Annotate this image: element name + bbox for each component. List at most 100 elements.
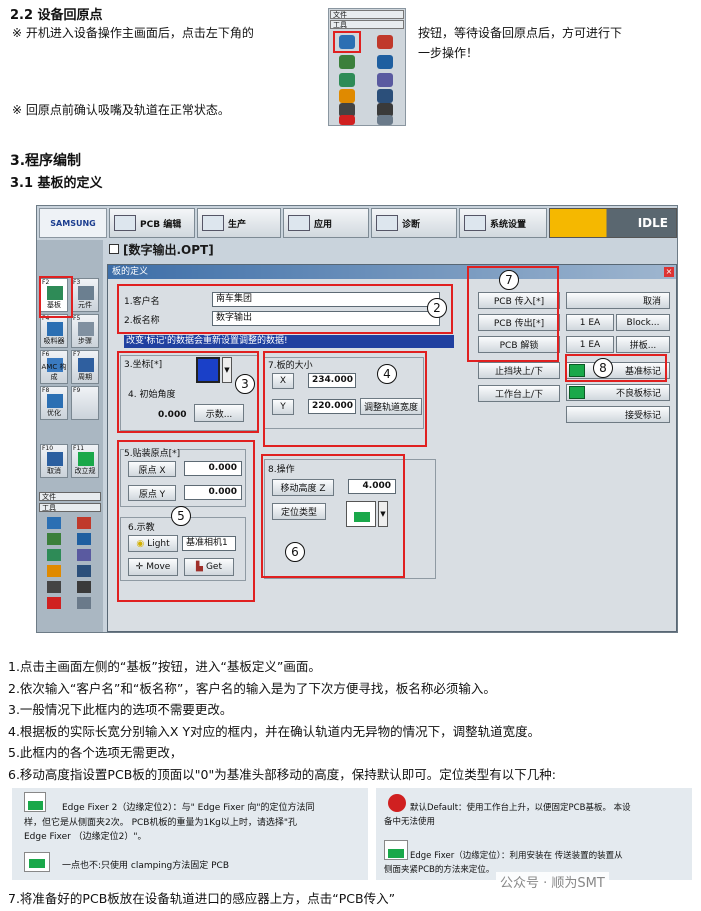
step-icon [78,322,94,336]
steps-list: 1.点击主画面左侧的“基板”按钮，进入“基板定义”画面。 2.依次输入“客户名”… [8,656,698,785]
fixer-b-line1: 默认Default：使用工作台上升，以便固定PCB基板。 本设 [410,803,631,813]
sidebar-optimize-button[interactable]: F8 优化 [40,386,68,420]
step-5: 5.此框内的各个选项无需更改， [8,745,183,760]
paragraph-1b: 按钮，等待设备回原点后，方可进行下 [418,26,623,40]
fixer-a-line2: 样，但它是从侧面夹2次。 PCB机板的重量为1Kg以上时，请选择"孔 [24,818,297,828]
close-icon[interactable]: × [664,267,674,277]
section-title-3-1: 3.1 基板的定义 [10,176,103,191]
step-3: 3.一般情况下此框内的选项不需要更改。 [8,702,233,717]
callout-box-4 [263,351,427,447]
warning-banner: 改变'标记'的数据会重新设置调整的数据! [124,335,454,348]
step-1: 1.点击主画面左侧的“基板”按钮，进入“基板定义”画面。 [8,659,321,674]
split-count: 1 EA [566,336,614,353]
toolbar-menu-tools: 工具 [330,20,404,29]
watermark: 公众号 · 顺为SMT [496,872,609,891]
block-button[interactable]: Block... [616,314,670,331]
block-count: 1 EA [566,314,614,331]
paragraph-1a: ※ 开机进入设备操作主画面后，点击左下角的 [12,26,254,40]
a-icon [47,581,61,593]
bad-mark-indicator [569,386,585,399]
arrow-icon [339,55,355,69]
tab-system-settings[interactable]: 系统设置 [459,208,547,238]
optimize-icon [47,394,63,408]
sidebar-f9-button[interactable]: F9 [71,386,99,420]
gear-icon [377,115,393,125]
sidebar-cancel-button[interactable]: F10 取消 [40,444,68,478]
home-icon[interactable] [47,517,61,529]
callout-box-2 [117,284,453,334]
status-text: IDLE [637,216,668,230]
tab-pcb-edit[interactable]: PCB 编辑 [109,208,195,238]
side-menu-tools[interactable]: 工具 [39,503,101,512]
paragraph-1c: 一步操作！ [418,46,479,60]
scissors-icon [77,549,91,561]
cancel-button[interactable]: 取消 [566,292,670,309]
clamp-only-icon [24,852,50,872]
callout-box-3 [117,351,259,433]
application-icon [288,215,310,231]
step-2: 2.依次输入“客户名”和“板名称”，客户名的输入是为了下次方便寻找，板名称必须输… [8,680,496,696]
sidebar-feeder-button[interactable]: F4 吸料器 [40,314,68,348]
split-button[interactable]: 拼板... [616,336,670,353]
component-icon [78,286,94,300]
modify-icon [78,452,94,466]
pencil-icon [339,89,355,103]
home-highlight [333,31,361,53]
plane-icon [339,73,355,87]
callout-box-6 [261,454,405,578]
cycle-icon [78,358,94,372]
default-stop-icon [388,794,406,812]
fixer-a-line3: Edge Fixer （边缘定位2）"。 [24,832,147,842]
tab-application[interactable]: 应用 [283,208,369,238]
cursor-icon [77,565,91,577]
toolbar-image: 文件 工具 [328,8,406,126]
pencil-icon [47,565,61,577]
paragraph-2: ※ 回原点前确认吸嘴及轨道在正常状态。 [12,103,230,117]
sidebar-step-button[interactable]: F5 步骤 [71,314,99,348]
diagnosis-icon [376,215,398,231]
callout-7: 7 [499,270,519,290]
machine-screenshot: SAMSUNG PCB 编辑 生产 应用 诊断 系统设置 IDLE [数字输出.… [36,205,678,633]
callout-3: 3 [235,374,255,394]
accept-mark-button[interactable]: 接受标记 [566,406,670,423]
fixer-c-line1: 一点也不:只使用 clamping方法固定 PCB [62,861,230,871]
table-updown-button[interactable]: 工作台上/下 [478,385,560,402]
file-title: [数字输出.OPT] [109,240,409,258]
fixer-d-line2: 侧面夹紧PCB的方法来定位。 [384,865,495,875]
stop-icon [47,597,61,609]
tab-diagnosis[interactable]: 诊断 [371,208,457,238]
stop-icon [339,115,355,125]
step-4: 4.根据板的实际长宽分别输入X Y对应的框内，并在确认轨道内无异物的情况下，调整… [8,723,541,739]
edge-fixer-icon [384,840,408,860]
scissors-icon [377,73,393,87]
tool-icon [377,35,393,49]
window-icon [109,244,119,254]
stopper-button[interactable]: 止挡块上/下 [478,362,560,379]
fixer-a-line1: Edge Fixer 2（边缘定位2）：与" Edge Fixer 向"的定位方… [62,803,315,813]
fixer-d-line1: Edge Fixer（边缘定位）：利用安装在 传送装置的装置从 [410,851,623,861]
step-7: 7.将准备好的PCB板放在设备轨道进口的感应器上方，点击“PCB传入” [8,891,396,906]
sidebar-cycle-button[interactable]: F7 周期 [71,350,99,384]
fixer-left-box: Edge Fixer 2（边缘定位2）：与" Edge Fixer 向"的定位方… [12,788,368,880]
status-bar: IDLE [549,208,677,238]
fixer-right-box: 默认Default：使用工作台上升，以便固定PCB基板。 本设 备中无法使用 E… [376,788,692,880]
callout-6: 6 [285,542,305,562]
feeder-icon [47,322,63,336]
dialog-title: 板的定义 [108,265,676,279]
step-6: 6.移动高度指设置PCB板的顶面以"0"为基准头部移动的高度，保持默认即可。定位… [8,766,556,782]
side-menu-file[interactable]: 文件 [39,492,101,501]
callout-8: 8 [593,358,613,378]
edge-fixer-2-icon [24,792,46,812]
sidebar-amc-button[interactable]: F6 AMC 构成 [40,350,68,384]
glasses-icon [77,581,91,593]
section-title-2-2: 2.2 设备回原点 [10,8,103,23]
gear-icon [77,597,91,609]
callout-4: 4 [377,364,397,384]
toolbar-menu-file: 文件 [330,10,404,19]
callout-box-8 [565,354,667,382]
person-icon [77,533,91,545]
sidebar-modify-button[interactable]: F11 改立规 [71,444,99,478]
tab-production[interactable]: 生产 [197,208,281,238]
callout-box-1 [39,276,73,318]
sidebar-component-button[interactable]: F3 元件 [71,278,99,312]
